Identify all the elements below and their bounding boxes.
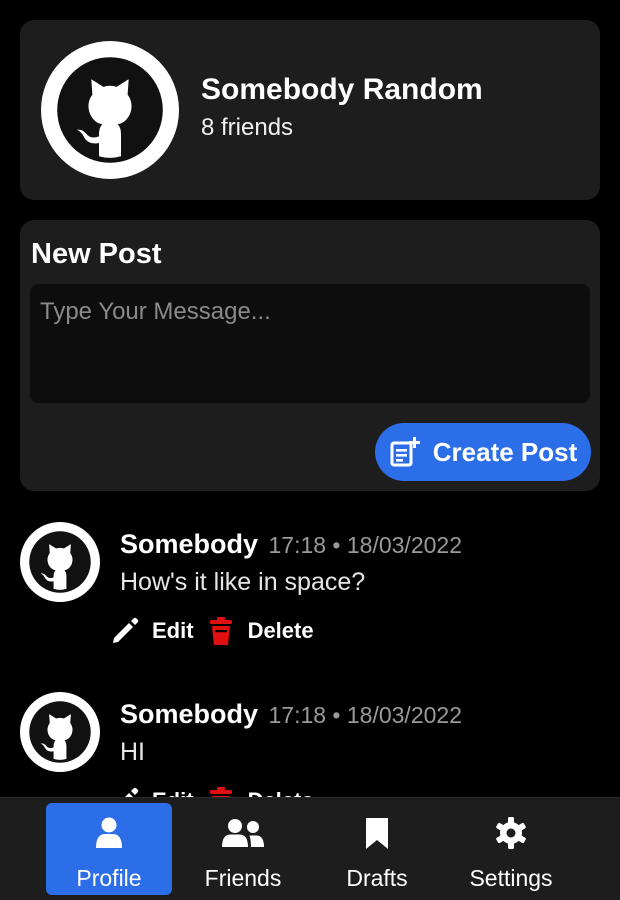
delete-button[interactable]: Delete [206,616,324,646]
profile-friend-count[interactable]: 8 friends [201,110,483,146]
post-header: Somebody 17:18 • 18/03/2022 [120,694,462,734]
new-post-card: New Post Create Post [20,220,600,491]
users-icon [222,819,264,847]
bookmark-icon [366,818,388,849]
new-post-title: New Post [31,238,162,270]
create-post-label: Create Post [432,436,578,467]
nav-label-profile: Profile [76,865,142,891]
bottom-nav: Profile Friends Drafts Settings [0,797,620,900]
nav-label-friends: Friends [204,865,282,891]
pencil-icon [113,617,139,643]
app-page: Somebody Random 8 friends New Post Creat… [0,0,620,900]
gear-icon [496,817,526,849]
post-timestamp: 17:18 • 18/03/2022 [268,532,462,558]
post-item: Somebody 17:18 • 18/03/2022 How's it lik… [20,520,600,680]
trash-icon [209,617,232,645]
edit-button[interactable]: Edit [110,616,204,646]
post-author[interactable]: Somebody [120,699,258,729]
avatar[interactable] [20,522,100,602]
nav-label-settings: Settings [469,865,553,891]
post-text: HI [120,738,145,766]
nav-item-settings[interactable]: Settings [448,803,574,895]
edit-label: Edit [152,618,194,643]
post-header: Somebody 17:18 • 18/03/2022 [120,524,462,564]
github-octocat-icon [57,57,163,163]
nav-item-profile[interactable]: Profile [46,803,172,895]
post-add-icon [390,437,420,467]
post-author[interactable]: Somebody [120,529,258,559]
nav-item-friends[interactable]: Friends [180,803,306,895]
github-octocat-icon [29,531,91,593]
nav-item-drafts[interactable]: Drafts [314,803,440,895]
post-actions: Edit Delete [110,616,324,646]
profile-name: Somebody Random [201,73,483,106]
nav-label-drafts: Drafts [346,865,408,891]
avatar[interactable] [20,692,100,772]
github-octocat-icon [29,701,91,763]
post-timestamp: 17:18 • 18/03/2022 [268,702,462,728]
post-text: How's it like in space? [120,568,366,596]
avatar[interactable] [41,41,179,179]
profile-card: Somebody Random 8 friends [20,20,600,200]
message-input[interactable] [30,284,590,403]
delete-label: Delete [247,618,314,643]
create-post-button[interactable]: Create Post [375,423,591,481]
profile-info: Somebody Random 8 friends [201,70,483,146]
user-icon [96,817,122,848]
